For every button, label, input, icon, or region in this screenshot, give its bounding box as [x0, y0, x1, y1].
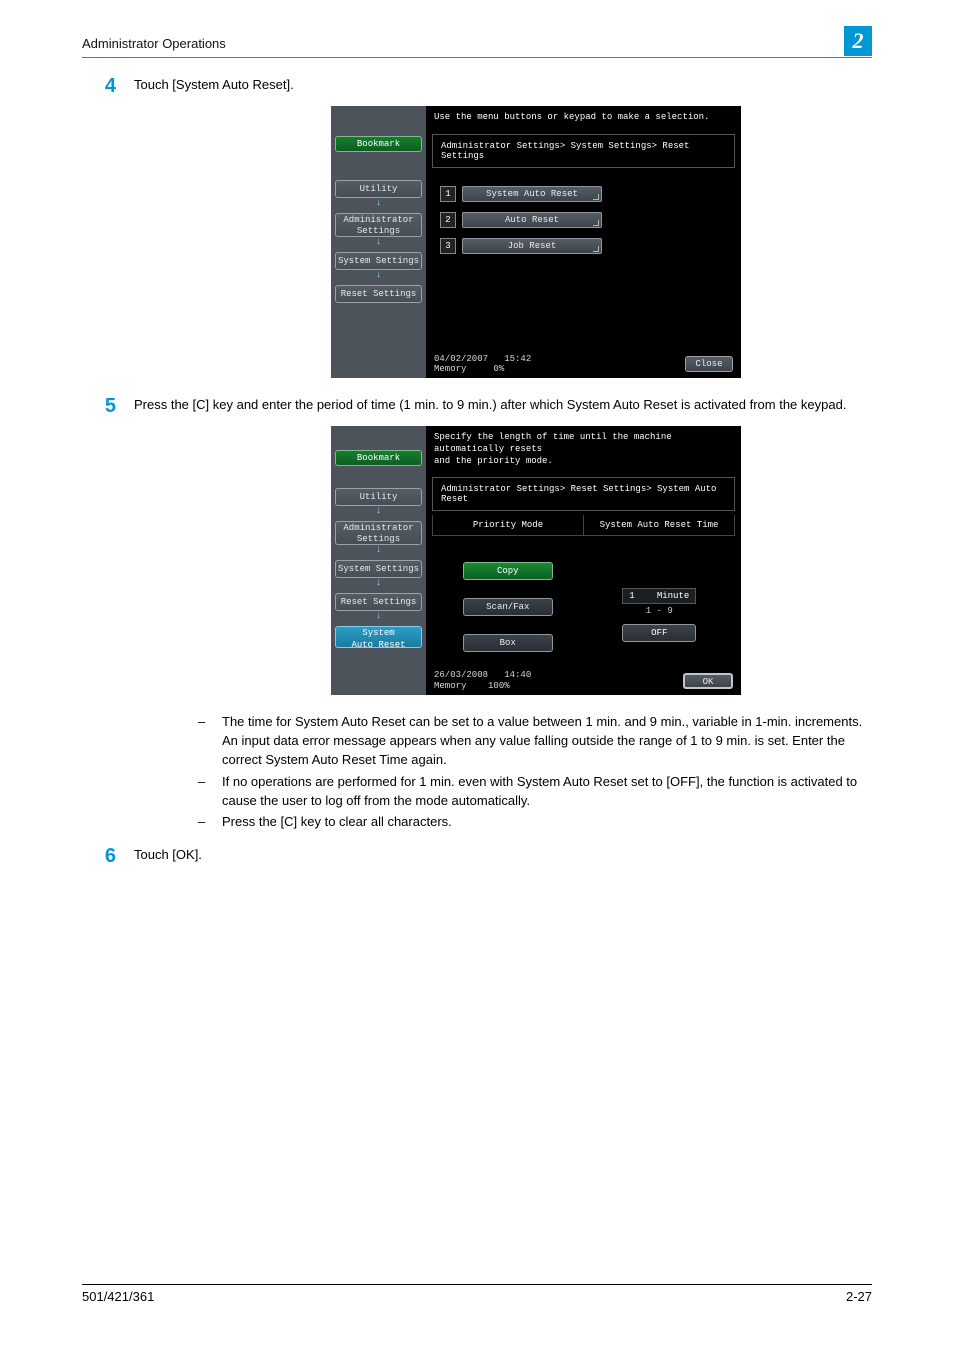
minute-display: 1 Minute: [622, 588, 696, 604]
step-4: 4 Touch [System Auto Reset].: [82, 76, 872, 96]
breadcrumb: Administrator Settings> System Settings>…: [432, 134, 735, 168]
bullet-item: – If no operations are performed for 1 m…: [198, 773, 872, 811]
step-text: Touch [System Auto Reset].: [134, 76, 872, 95]
instruction-text: Specify the length of time until the mac…: [426, 426, 741, 477]
close-button[interactable]: Close: [685, 356, 733, 372]
reset-time-pane: 1 Minute 1 - 9 OFF: [584, 536, 736, 666]
off-button[interactable]: OFF: [622, 624, 696, 642]
bullet-list: – The time for System Auto Reset can be …: [198, 713, 872, 832]
chevron-down-icon: ↓: [335, 199, 422, 209]
step-number: 4: [82, 76, 116, 96]
bullet-text: Press the [C] key to clear all character…: [222, 813, 872, 832]
footer-mem-val: 100%: [488, 681, 510, 691]
sidebar-item-reset-settings[interactable]: Reset Settings: [335, 593, 422, 611]
footer-mem-val: 0%: [493, 364, 504, 374]
step-6: 6 Touch [OK].: [82, 846, 872, 866]
device-footer: 26/03/2008 14:40 Memory 100% OK: [426, 666, 741, 695]
chapter-number: 2: [844, 26, 872, 56]
sidebar-item-system-auto-reset[interactable]: System Auto Reset: [335, 626, 422, 648]
step-number: 6: [82, 846, 116, 866]
scanfax-button[interactable]: Scan/Fax: [463, 598, 553, 616]
sidebar-item-admin[interactable]: Administrator Settings: [335, 521, 422, 545]
chevron-down-icon: ↓: [335, 507, 422, 517]
header-row: Administrator Operations 2: [82, 36, 872, 58]
sidebar-item-utility[interactable]: Utility: [335, 488, 422, 506]
bullet-item: – The time for System Auto Reset can be …: [198, 713, 872, 770]
footer-date: 04/02/2007: [434, 354, 488, 364]
footer-mem-label: Memory: [434, 681, 466, 691]
device-footer: 04/02/2007 15:42 Memory 0% Close: [426, 350, 741, 379]
menu-number: 2: [440, 212, 456, 228]
step-5: 5 Press the [C] key and enter the period…: [82, 396, 872, 416]
chevron-down-icon: ↓: [335, 271, 422, 281]
sidebar-item-system-settings[interactable]: System Settings: [335, 560, 422, 578]
menu-button[interactable]: Job Reset: [462, 238, 602, 254]
box-button[interactable]: Box: [463, 634, 553, 652]
bullet-text: The time for System Auto Reset can be se…: [222, 713, 872, 770]
chevron-down-icon: ↓: [335, 612, 422, 622]
doc-model: 501/421/361: [82, 1289, 154, 1304]
menu-item-job-reset[interactable]: 3 Job Reset: [440, 238, 727, 254]
footer-time: 14:40: [504, 670, 531, 680]
breadcrumb: Administrator Settings> Reset Settings> …: [432, 477, 735, 511]
footer-mem-label: Memory: [434, 364, 466, 374]
sidebar-item-utility[interactable]: Utility: [335, 180, 422, 198]
minute-range: 1 - 9: [594, 606, 726, 616]
ok-button[interactable]: OK: [683, 673, 733, 689]
step-text: Press the [C] key and enter the period o…: [134, 396, 872, 415]
minute-value: 1: [629, 589, 634, 603]
step-text: Touch [OK].: [134, 846, 872, 865]
minute-unit: Minute: [657, 589, 689, 603]
column-headers: Priority Mode System Auto Reset Time: [432, 515, 735, 536]
chevron-down-icon: ↓: [335, 546, 422, 556]
footer-date: 26/03/2008: [434, 670, 488, 680]
page-footer: 501/421/361 2-27: [82, 1284, 872, 1304]
page-number: 2-27: [846, 1289, 872, 1304]
col-system-auto-reset-time: System Auto Reset Time: [584, 515, 734, 535]
bullet-item: – Press the [C] key to clear all charact…: [198, 813, 872, 832]
dash-icon: –: [198, 773, 210, 811]
device-screenshot-1: Bookmark Utility ↓ Administrator Setting…: [331, 106, 741, 378]
col-priority-mode: Priority Mode: [433, 515, 584, 535]
sidebar-item-system-settings[interactable]: System Settings: [335, 252, 422, 270]
menu-number: 1: [440, 186, 456, 202]
dash-icon: –: [198, 713, 210, 770]
chevron-down-icon: ↓: [335, 579, 422, 589]
bookmark-button[interactable]: Bookmark: [335, 450, 422, 466]
dash-icon: –: [198, 813, 210, 832]
step-number: 5: [82, 396, 116, 416]
instruction-text: Use the menu buttons or keypad to make a…: [426, 106, 741, 134]
menu-item-auto-reset[interactable]: 2 Auto Reset: [440, 212, 727, 228]
footer-time: 15:42: [504, 354, 531, 364]
sidebar-item-admin[interactable]: Administrator Settings: [335, 213, 422, 237]
menu-number: 3: [440, 238, 456, 254]
sidebar-item-reset-settings[interactable]: Reset Settings: [335, 285, 422, 303]
chevron-down-icon: ↓: [335, 238, 422, 248]
bullet-text: If no operations are performed for 1 min…: [222, 773, 872, 811]
menu-button[interactable]: Auto Reset: [462, 212, 602, 228]
menu-item-system-auto-reset[interactable]: 1 System Auto Reset: [440, 186, 727, 202]
bookmark-button[interactable]: Bookmark: [335, 136, 422, 152]
copy-button[interactable]: Copy: [463, 562, 553, 580]
menu-button[interactable]: System Auto Reset: [462, 186, 602, 202]
device-screenshot-2: Bookmark Utility ↓ Administrator Setting…: [331, 426, 741, 695]
priority-mode-pane: Copy Scan/Fax Box: [432, 536, 584, 666]
header-title: Administrator Operations: [82, 36, 872, 53]
